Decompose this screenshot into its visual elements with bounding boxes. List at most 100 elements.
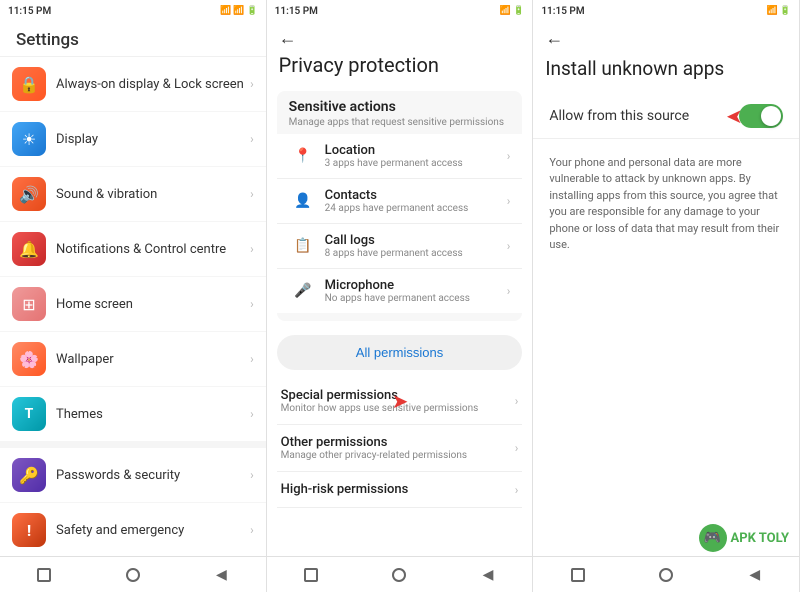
chevron-icon: › xyxy=(250,407,254,421)
themes-label: Themes xyxy=(56,407,250,422)
home-label: Home screen xyxy=(56,297,250,312)
sound-label: Sound & vibration xyxy=(56,187,250,202)
nav-square-btn[interactable] xyxy=(30,565,58,585)
home-icon: ⊞ xyxy=(12,287,46,321)
privacy-item-microphone[interactable]: 🎤 Microphone No apps have permanent acce… xyxy=(277,269,523,313)
settings-item-wallpaper[interactable]: 🌸 Wallpaper › xyxy=(0,332,266,387)
special-title: Special permissions xyxy=(281,388,515,403)
back-arrow-2[interactable]: ← xyxy=(279,28,297,49)
special-permissions-item[interactable]: Special permissions Monitor how apps use… xyxy=(277,378,523,425)
apk-branding: 🎮 APK TOLY xyxy=(699,524,790,552)
settings-list: 🔒 Always-on display & Lock screen › ☀ Di… xyxy=(0,57,266,556)
sensitive-actions-section: Sensitive actions Manage apps that reque… xyxy=(277,91,523,321)
settings-item-always-on[interactable]: 🔒 Always-on display & Lock screen › xyxy=(0,57,266,112)
calllogs-subtitle: 8 apps have permanent access xyxy=(325,248,507,259)
other-title: Other permissions xyxy=(281,435,515,450)
warning-text: Your phone and personal data are more vu… xyxy=(533,139,799,270)
nav-circle-btn-3[interactable] xyxy=(652,565,680,585)
contacts-title: Contacts xyxy=(325,188,507,203)
always-on-label: Always-on display & Lock screen xyxy=(56,77,250,92)
nav-square-btn-2[interactable] xyxy=(297,565,325,585)
chevron-icon: › xyxy=(515,441,519,455)
sound-icon: 🔊 xyxy=(12,177,46,211)
back-icon-3: ◀ xyxy=(749,567,760,583)
status-bar-2: 11:15 PM 📶 🔋 xyxy=(267,0,533,22)
chevron-icon: › xyxy=(250,352,254,366)
status-icons-3: 📶 🔋 xyxy=(767,6,791,16)
microphone-subtitle: No apps have permanent access xyxy=(325,293,507,304)
chevron-icon: › xyxy=(250,468,254,482)
nav-back-btn-3[interactable]: ◀ xyxy=(741,565,769,585)
all-permissions-button[interactable]: All permissions xyxy=(277,335,523,370)
square-icon-2 xyxy=(304,568,318,582)
highrisk-permissions-item[interactable]: High-risk permissions › xyxy=(277,472,523,508)
location-icon: 📍 xyxy=(289,142,317,170)
chevron-icon: › xyxy=(250,297,254,311)
settings-item-sound[interactable]: 🔊 Sound & vibration › xyxy=(0,167,266,222)
back-arrow-3[interactable]: ← xyxy=(545,28,563,49)
status-bar-1: 11:15 PM 📶 📶 🔋 xyxy=(0,0,266,22)
bottom-nav-3: ◀ xyxy=(533,556,799,592)
settings-item-home[interactable]: ⊞ Home screen › xyxy=(0,277,266,332)
battery-icon-status-3: 🔋 xyxy=(780,6,791,16)
install-title: Install unknown apps xyxy=(533,53,799,94)
back-icon-2: ◀ xyxy=(483,567,494,583)
special-text: Special permissions Monitor how apps use… xyxy=(281,388,515,414)
square-icon xyxy=(37,568,51,582)
sensitive-actions-title: Sensitive actions xyxy=(277,99,523,117)
privacy-item-calllogs[interactable]: 📋 Call logs 8 apps have permanent access… xyxy=(277,224,523,269)
display-label: Display xyxy=(56,132,250,147)
settings-item-safety[interactable]: ! Safety and emergency › xyxy=(0,503,266,556)
notif-icon: 🔔 xyxy=(12,232,46,266)
nav-back-btn-2[interactable]: ◀ xyxy=(474,565,502,585)
toggle-knob xyxy=(761,106,781,126)
settings-item-themes[interactable]: T Themes › xyxy=(0,387,266,442)
settings-item-notif[interactable]: 🔔 Notifications & Control centre › xyxy=(0,222,266,277)
other-permissions-item[interactable]: Other permissions Manage other privacy-r… xyxy=(277,425,523,472)
settings-item-display[interactable]: ☀ Display › xyxy=(0,112,266,167)
safety-label: Safety and emergency xyxy=(56,523,250,538)
chevron-icon: › xyxy=(515,483,519,497)
allow-from-source-row: Allow from this source ➤ xyxy=(533,94,799,139)
status-icons-1: 📶 📶 🔋 xyxy=(220,6,258,16)
special-subtitle: Monitor how apps use sensitive permissio… xyxy=(281,403,515,414)
highrisk-title: High-risk permissions xyxy=(281,482,515,497)
chevron-icon: › xyxy=(507,194,511,208)
nav-circle-btn-2[interactable] xyxy=(385,565,413,585)
other-subtitle: Manage other privacy-related permissions xyxy=(281,450,515,461)
themes-icon: T xyxy=(12,397,46,431)
calllogs-icon: 📋 xyxy=(289,232,317,260)
chevron-icon: › xyxy=(507,239,511,253)
privacy-item-contacts[interactable]: 👤 Contacts 24 apps have permanent access… xyxy=(277,179,523,224)
sensitive-actions-subtitle: Manage apps that request sensitive permi… xyxy=(277,117,523,134)
privacy-bottom-section: Special permissions Monitor how apps use… xyxy=(277,378,523,508)
privacy-item-location[interactable]: 📍 Location 3 apps have permanent access … xyxy=(277,134,523,179)
nav-circle-btn[interactable] xyxy=(119,565,147,585)
microphone-title: Microphone xyxy=(325,278,507,293)
highrisk-text: High-risk permissions xyxy=(281,482,515,497)
other-text: Other permissions Manage other privacy-r… xyxy=(281,435,515,461)
chevron-icon: › xyxy=(507,284,511,298)
display-icon: ☀ xyxy=(12,122,46,156)
nav-square-btn-3[interactable] xyxy=(564,565,592,585)
gamepad-icon: 🎮 xyxy=(704,530,721,546)
apk-icon: 🎮 xyxy=(699,524,727,552)
circle-icon-3 xyxy=(659,568,673,582)
battery-icon-status: 🔋 xyxy=(246,6,257,16)
contacts-text: Contacts 24 apps have permanent access xyxy=(325,188,507,214)
signal-icon: 📶 xyxy=(233,6,244,16)
nav-back-btn[interactable]: ◀ xyxy=(207,565,235,585)
contacts-subtitle: 24 apps have permanent access xyxy=(325,203,507,214)
circle-icon-2 xyxy=(392,568,406,582)
allow-toggle[interactable] xyxy=(739,104,783,128)
privacy-header: ← xyxy=(267,22,533,53)
chevron-icon: › xyxy=(250,132,254,146)
circle-icon xyxy=(126,568,140,582)
bottom-nav-1: ◀ xyxy=(0,556,266,592)
install-header: ← xyxy=(533,22,799,53)
passwords-label: Passwords & security xyxy=(56,468,250,483)
wifi-icon: 📶 xyxy=(220,6,231,16)
allow-label: Allow from this source xyxy=(549,108,689,124)
settings-item-passwords[interactable]: 🔑 Passwords & security › xyxy=(0,448,266,503)
passwords-icon: 🔑 xyxy=(12,458,46,492)
